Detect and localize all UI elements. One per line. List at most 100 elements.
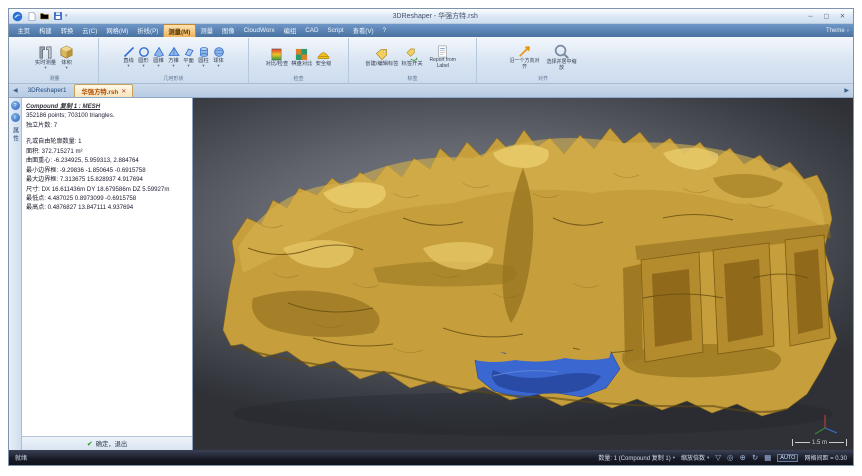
tool-create-label[interactable]: 创建/编辑标签 <box>364 47 399 68</box>
property-line: 352186 points; 703100 triangles. <box>26 111 188 120</box>
tag-icon <box>375 48 388 61</box>
app-window: ▾ 3DReshaper - 华强方特.rsh ─ ▢ ✕ 主页 构建 转换 云… <box>8 8 854 466</box>
ok-exit-button[interactable]: ✔ 确定，退出 <box>79 439 135 448</box>
ribbon-tab-row: 主页 构建 转换 云(C) 网格(M) 折线(P) 测量(M) 测量 图像 Cl… <box>9 24 853 37</box>
doc-tab-3dreshaper1[interactable]: 3DReshaper1 <box>22 84 73 97</box>
new-file-icon[interactable] <box>26 11 37 22</box>
qat-dropdown-icon[interactable]: ▾ <box>65 13 68 19</box>
tool-report-from-label[interactable]: Report from Label <box>425 44 461 70</box>
tab-transform[interactable]: 转换 <box>56 24 78 37</box>
ribbon-group-geometry: 直线 ▾ 圆形 ▾ 圆锥 ▾ 方锥 ▾ <box>99 38 249 83</box>
quick-access-toolbar: ▾ <box>26 11 68 22</box>
property-line: 最大边界框: 7.313675 15.828937 4.917694 <box>26 175 188 184</box>
group-label: 测量 <box>13 76 96 83</box>
tool-line[interactable]: 直线 ▾ <box>122 45 136 69</box>
chevron-down-icon: ▾ <box>187 64 189 68</box>
tool-plane[interactable]: 平面 ▾ <box>182 45 196 69</box>
auto-mode-toggle[interactable]: AUTO <box>777 454 798 462</box>
open-file-icon[interactable] <box>39 11 50 22</box>
viewport-3d[interactable]: 1.5 m <box>193 98 853 450</box>
ribbon-group-inspect: 对比/检查 棋盘对比 安全级 检查 <box>249 38 349 83</box>
tool-compare[interactable]: 对比/检查 <box>265 47 290 68</box>
cone-icon <box>153 46 165 58</box>
tool-checker-compare[interactable]: 棋盘对比 <box>290 47 313 68</box>
hardhat-icon <box>317 48 330 61</box>
rotate-view-icon[interactable]: ↻ <box>752 454 758 461</box>
property-line: 最高点: 0.4876827 13.847111 4.937694 <box>26 203 188 212</box>
tool-cone[interactable]: 圆锥 ▾ <box>152 45 166 69</box>
sphere-icon <box>213 46 225 58</box>
property-line: 面积: 372.715271 m² <box>26 147 188 156</box>
tab-view[interactable]: 查看(V) <box>348 24 378 37</box>
tab-cloudworx[interactable]: CloudWorx <box>239 24 279 37</box>
tool-safety[interactable]: 安全级 <box>314 47 332 68</box>
tab-build[interactable]: 构建 <box>35 24 57 37</box>
chevron-down-icon: ▾ <box>847 28 849 34</box>
doc-tab-active[interactable]: 华强方特.rsh ✕ <box>74 84 133 97</box>
panel-footer: ✔ 确定，退出 <box>22 436 192 450</box>
tool-align-direction[interactable]: 沿一个方向对齐 <box>507 43 543 71</box>
tab-image[interactable]: 图像 <box>218 24 240 37</box>
tool-cylinder[interactable]: 圆柱 ▾ <box>197 45 211 69</box>
property-line: 最小边界框: -9.29836 -1.850645 -0.6915758 <box>26 166 188 175</box>
tool-zoom-selection[interactable]: 选择并居中缩放 <box>544 42 580 72</box>
tab-measure2[interactable]: 测量 <box>196 24 218 37</box>
tool-volume[interactable]: 体积 ▾ <box>58 44 75 71</box>
info-icon[interactable]: i <box>11 113 20 122</box>
chevron-down-icon: ▾ <box>65 66 67 70</box>
plane-icon <box>183 46 195 58</box>
ribbon-group-align: 沿一个方向对齐 选择并居中缩放 对齐 <box>477 38 609 83</box>
tool-sphere[interactable]: 球体 ▾ <box>212 45 226 69</box>
help-icon[interactable]: ? <box>11 101 20 110</box>
grid-icon[interactable]: ▦ <box>764 454 771 461</box>
magnifier-icon <box>553 43 570 60</box>
circle-icon <box>138 46 150 58</box>
target-icon[interactable]: ◎ <box>727 454 734 461</box>
tab-measure-active[interactable]: 测量(M) <box>163 24 196 37</box>
tab-scroll-right-icon[interactable]: ▶ <box>842 87 851 94</box>
close-button[interactable]: ✕ <box>835 11 850 22</box>
scale-bar: 1.5 m <box>792 439 847 446</box>
chevron-down-icon: ▾ <box>217 64 219 68</box>
chevron-down-icon: ▾ <box>157 64 159 68</box>
tab-group[interactable]: 编组 <box>279 24 301 37</box>
tool-circle[interactable]: 圆形 ▾ <box>137 45 151 69</box>
tab-cad[interactable]: CAD <box>301 24 323 37</box>
check-icon: ✔ <box>87 440 93 448</box>
minimize-button[interactable]: ─ <box>803 11 818 22</box>
selection-dropdown[interactable]: 数量: 1 (Compound 复制 1)▾ <box>598 453 675 462</box>
tab-polyline[interactable]: 折线(P) <box>133 24 163 37</box>
caliper-icon <box>38 45 53 60</box>
property-line: 孔或自由轮廓数量: 1 <box>26 137 188 146</box>
properties-panel-label[interactable]: 属性 <box>11 127 20 143</box>
tool-label-toggle[interactable]: 标签开关 <box>401 47 424 68</box>
theme-selector[interactable]: Theme▾ <box>826 24 849 37</box>
chevron-down-icon: ▾ <box>202 64 204 68</box>
tab-scroll-left-icon[interactable]: ◀ <box>11 87 20 94</box>
ribbon-group-labels: 创建/编辑标签 标签开关 Report from Label 标签 <box>349 38 477 83</box>
property-line: 曲面重心: -6.234925, 5.959313, 2.884764 <box>26 156 188 165</box>
filter-icon[interactable]: ▽ <box>715 454 721 461</box>
tab-help[interactable]: ? <box>378 24 391 37</box>
status-ready: 就绪 <box>15 453 27 462</box>
chevron-down-icon: ▾ <box>127 64 129 68</box>
tab-script[interactable]: Script <box>323 24 348 37</box>
document-tab-bar: ◀ 3DReshaper1 华强方特.rsh ✕ ▶ <box>9 84 853 98</box>
maximize-button[interactable]: ▢ <box>819 11 834 22</box>
tool-live-measure[interactable]: 实时测量 ▾ <box>34 44 57 71</box>
group-label: 标签 <box>351 76 474 83</box>
title-bar: ▾ 3DReshaper - 华强方特.rsh ─ ▢ ✕ <box>9 9 853 24</box>
app-logo-icon <box>12 11 23 22</box>
main-area: ? i 属性 Compound 复制 1 : MESH 352186 point… <box>9 98 853 450</box>
tab-cloud[interactable]: 云(C) <box>78 24 102 37</box>
tab-mesh[interactable]: 网格(M) <box>102 24 133 37</box>
zoom-factor-dropdown[interactable]: 缩放倍数▾ <box>681 453 709 462</box>
status-bar: 就绪 数量: 1 (Compound 复制 1)▾ 缩放倍数▾ ▽ ◎ ⊕ ↻ … <box>9 450 853 465</box>
zoom-extents-icon[interactable]: ⊕ <box>740 454 746 461</box>
chevron-down-icon: ▾ <box>707 455 709 461</box>
tab-home[interactable]: 主页 <box>13 24 35 37</box>
tool-pyramid[interactable]: 方锥 ▾ <box>167 45 181 69</box>
save-icon[interactable] <box>52 11 63 22</box>
cylinder-icon <box>198 46 210 58</box>
close-tab-icon[interactable]: ✕ <box>121 88 126 95</box>
